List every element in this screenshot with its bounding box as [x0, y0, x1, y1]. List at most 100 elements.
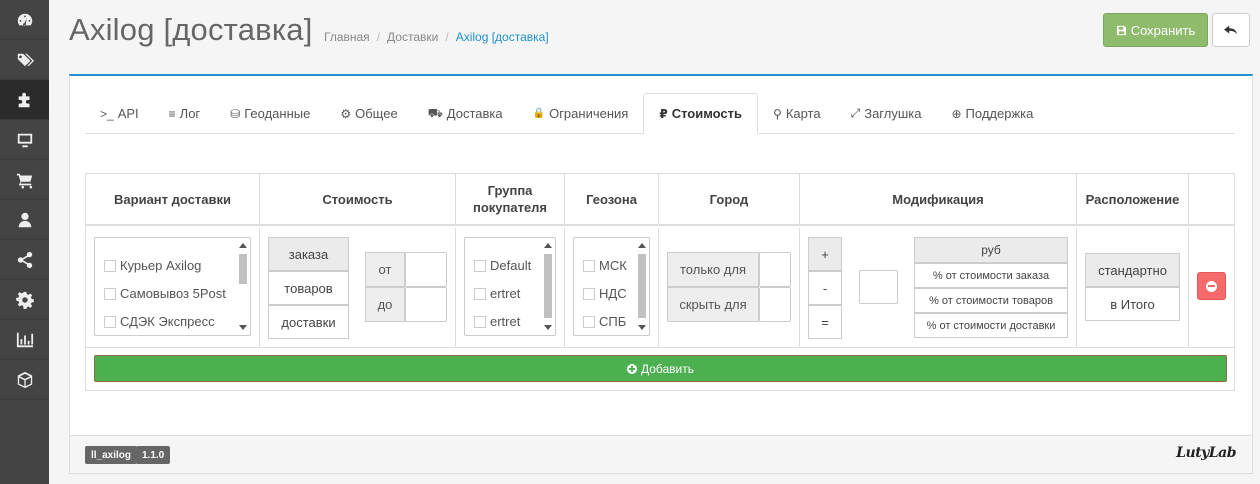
- sidebar-item-reports[interactable]: [0, 320, 49, 360]
- unit-percent-products[interactable]: % от стоимости товаров: [914, 288, 1068, 313]
- add-row-button[interactable]: Добавить: [94, 355, 1227, 382]
- unit-rub[interactable]: руб: [914, 237, 1068, 263]
- cost-to-input[interactable]: [405, 287, 447, 322]
- tab-geodata[interactable]: ⛁ Геоданные: [215, 94, 325, 133]
- scroll-thumb[interactable]: [544, 254, 552, 318]
- tab-map[interactable]: ⚲ Карта: [758, 94, 836, 133]
- tab-label: Поддержка: [965, 106, 1034, 121]
- sidebar-item-system[interactable]: [0, 280, 49, 320]
- tab-restrictions[interactable]: 🔒 Ограничения: [518, 94, 644, 133]
- truck-icon: ⛟: [427, 105, 443, 120]
- checkbox[interactable]: [104, 287, 116, 300]
- puzzle-icon: [18, 92, 29, 107]
- scrollbar[interactable]: [238, 240, 248, 333]
- scroll-down-icon[interactable]: [239, 325, 247, 330]
- tab-api[interactable]: >_ API: [85, 94, 154, 133]
- tab-general[interactable]: ⚙ Общее: [325, 94, 412, 133]
- scroll-down-icon[interactable]: [638, 325, 646, 330]
- tab-label: Карта: [785, 106, 821, 121]
- scrollbar[interactable]: [637, 240, 647, 333]
- placement-standard[interactable]: стандартно: [1085, 253, 1180, 287]
- checkbox[interactable]: [474, 259, 486, 272]
- city-only-label[interactable]: только для: [667, 252, 759, 287]
- cost-from-input[interactable]: [405, 252, 447, 287]
- sidebar-item-sales[interactable]: [0, 160, 49, 200]
- checkbox[interactable]: [104, 315, 116, 328]
- sidebar-item-modules[interactable]: [0, 360, 49, 400]
- scroll-down-icon[interactable]: [544, 325, 552, 330]
- tab-log[interactable]: ≡ Лог: [154, 94, 216, 133]
- sidebar-item-design[interactable]: [0, 120, 49, 160]
- back-button[interactable]: [1212, 13, 1250, 47]
- cost-base-products[interactable]: товаров: [268, 271, 349, 305]
- bar-chart-icon: [16, 332, 33, 347]
- sidebar-item-customers[interactable]: [0, 200, 49, 240]
- list-item[interactable]: МСК: [583, 258, 627, 273]
- cell-city: только для скрыть для: [659, 228, 800, 347]
- header-placement: Расположение: [1077, 174, 1189, 224]
- delivery-variant-select[interactable]: Курьер Axilog Самовывоз 5Post СДЭК Экспр…: [94, 237, 251, 336]
- checkbox[interactable]: [474, 315, 486, 328]
- tags-icon: [17, 53, 34, 66]
- checkbox[interactable]: [583, 259, 595, 272]
- breadcrumb-shipping[interactable]: Доставки: [387, 30, 438, 44]
- geozone-select[interactable]: МСК НДС СПБ: [573, 237, 650, 336]
- list-item[interactable]: НДС: [583, 286, 627, 301]
- header-modification: Модификация: [800, 174, 1077, 224]
- modification-value-input[interactable]: [859, 270, 898, 304]
- scroll-thumb[interactable]: [239, 254, 247, 284]
- list-item[interactable]: Default: [474, 258, 531, 273]
- operator-equals[interactable]: =: [808, 305, 842, 339]
- tab-label: Лог: [179, 106, 201, 121]
- breadcrumb-current[interactable]: Axilog [доставка]: [456, 30, 549, 44]
- list-item[interactable]: ertret: [474, 314, 520, 329]
- tab-delivery[interactable]: ⛟ Доставка: [413, 94, 518, 133]
- tab-support[interactable]: ⊕ Поддержка: [936, 94, 1048, 133]
- customer-group-select[interactable]: Default ertret ertret: [464, 237, 556, 336]
- cost-base-delivery[interactable]: доставки: [268, 305, 349, 339]
- option-label: Самовывоз 5Post: [120, 286, 226, 301]
- scrollbar[interactable]: [543, 240, 553, 333]
- list-item[interactable]: Курьер Axilog: [104, 258, 201, 273]
- remove-row-button[interactable]: [1197, 272, 1226, 300]
- option-label: ertret: [490, 314, 521, 329]
- scroll-up-icon[interactable]: [239, 243, 247, 248]
- plus-circle-icon: [626, 363, 637, 374]
- cost-base-order[interactable]: заказа: [268, 237, 349, 271]
- sidebar-item-marketing[interactable]: [0, 240, 49, 280]
- scroll-thumb[interactable]: [638, 254, 646, 318]
- list-item[interactable]: СПБ: [583, 314, 626, 329]
- sidebar-item-dashboard[interactable]: [0, 0, 49, 40]
- sidebar-item-catalog[interactable]: [0, 40, 49, 80]
- list-item[interactable]: СДЭК Экспресс: [104, 314, 215, 329]
- list-item[interactable]: ertret: [474, 286, 520, 301]
- settings-panel: >_ API ≡ Лог ⛁ Геоданные ⚙ Общее ⛟ Доставка 🔒…: [69, 74, 1253, 474]
- city-only-input[interactable]: [759, 252, 791, 287]
- checkbox[interactable]: [104, 259, 116, 272]
- unit-percent-order[interactable]: % от стоимости заказа: [914, 263, 1068, 288]
- minus-circle-icon: [1206, 280, 1217, 292]
- checkbox[interactable]: [474, 287, 486, 300]
- module-badge: ll_axilog: [85, 446, 138, 464]
- unit-percent-delivery[interactable]: % от стоимости доставки: [914, 313, 1068, 338]
- checkbox[interactable]: [583, 287, 595, 300]
- tab-stub[interactable]: ⤢ Заглушка: [836, 94, 937, 133]
- cell-geozone: МСК НДС СПБ: [565, 228, 659, 347]
- map-marker-icon: ⚲: [773, 106, 782, 121]
- operator-plus[interactable]: +: [808, 237, 842, 271]
- save-button[interactable]: Сохранить: [1103, 13, 1208, 47]
- option-label: СДЭК Экспресс: [120, 314, 215, 329]
- cell-placement: стандартно в Итого: [1077, 228, 1189, 347]
- scroll-up-icon[interactable]: [544, 243, 552, 248]
- checkbox[interactable]: [583, 315, 595, 328]
- list-item[interactable]: Самовывоз 5Post: [104, 286, 226, 301]
- placement-total[interactable]: в Итого: [1085, 287, 1180, 321]
- breadcrumb-home[interactable]: Главная: [324, 30, 370, 44]
- sidebar-item-extensions[interactable]: [0, 80, 49, 120]
- scroll-up-icon[interactable]: [638, 243, 646, 248]
- sidebar: [0, 0, 49, 484]
- tab-cost[interactable]: ₽ Стоимость: [643, 93, 759, 134]
- city-hide-input[interactable]: [759, 287, 791, 322]
- city-hide-label[interactable]: скрыть для: [667, 287, 759, 322]
- operator-minus[interactable]: -: [808, 271, 842, 305]
